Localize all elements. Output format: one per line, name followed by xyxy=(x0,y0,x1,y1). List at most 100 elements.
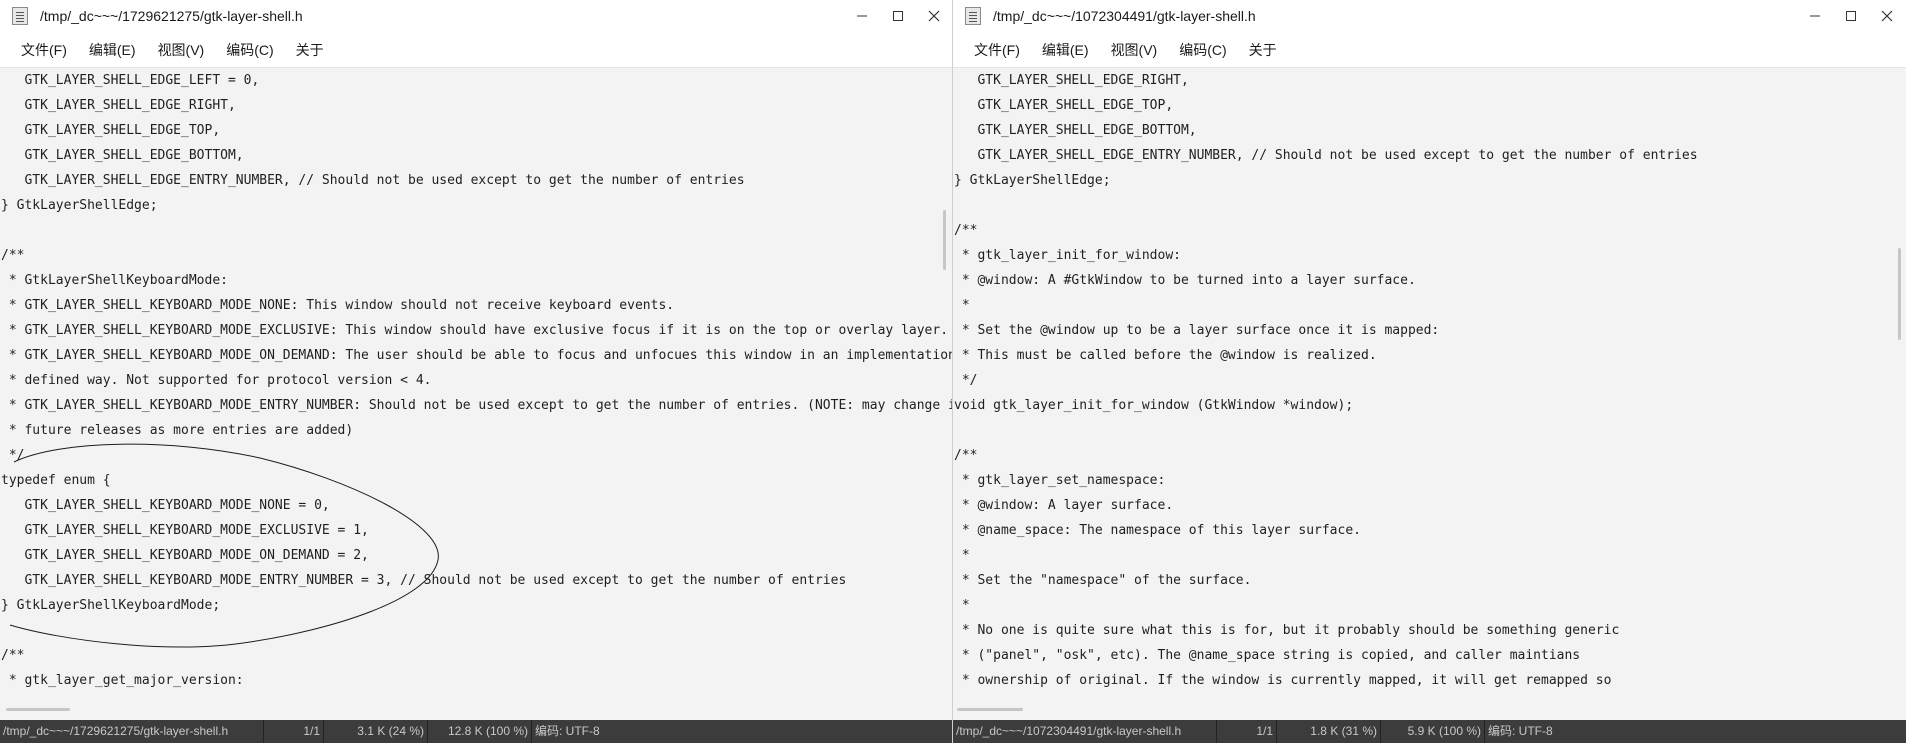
code-line: /** xyxy=(954,448,978,463)
code-line: * This must be called before the @window… xyxy=(954,348,1377,363)
code-line: GTK_LAYER_SHELL_EDGE_LEFT = 0, xyxy=(1,73,260,88)
menu-bar: 文件(F) 编辑(E) 视图(V) 编码(C) 关于 xyxy=(0,32,952,68)
code-line: * xyxy=(954,598,970,613)
code-line: typedef enum { xyxy=(1,473,111,488)
maximize-icon xyxy=(1846,11,1856,21)
code-line: GTK_LAYER_SHELL_EDGE_TOP, xyxy=(1,123,221,138)
code-line: * GTK_LAYER_SHELL_KEYBOARD_MODE_NONE: Th… xyxy=(1,298,675,313)
notepad-icon xyxy=(965,7,981,25)
code-line: * xyxy=(954,298,970,313)
title-bar[interactable]: /tmp/_dc~~~/1729621275/gtk-layer-shell.h xyxy=(0,0,952,32)
code-line: * Set the @window up to be a layer surfa… xyxy=(954,323,1440,338)
code-line: * @window: A layer surface. xyxy=(954,498,1174,513)
code-line: * ("panel", "osk", etc). The @name_space… xyxy=(954,648,1581,663)
code-line: * @name_space: The namespace of this lay… xyxy=(954,523,1361,538)
status-total: 12.8 K (100 %) xyxy=(428,720,532,743)
code-line: GTK_LAYER_SHELL_KEYBOARD_MODE_ENTRY_NUMB… xyxy=(1,573,847,588)
menu-bar: 文件(F) 编辑(E) 视图(V) 编码(C) 关于 xyxy=(953,32,1906,68)
code-line: * No one is quite sure what this is for,… xyxy=(954,623,1620,638)
menu-edit[interactable]: 编辑(E) xyxy=(1031,40,1100,60)
code-line: * gtk_layer_get_major_version: xyxy=(1,673,244,688)
code-line: */ xyxy=(954,373,978,388)
code-line: * gtk_layer_set_namespace: xyxy=(954,473,1166,488)
menu-edit[interactable]: 编辑(E) xyxy=(78,40,147,60)
status-line: 1/1 xyxy=(1217,720,1277,743)
menu-about[interactable]: 关于 xyxy=(1238,40,1288,60)
editor-window-left: /tmp/_dc~~~/1729621275/gtk-layer-shell.h… xyxy=(0,0,952,743)
maximize-icon xyxy=(893,11,903,21)
title-bar[interactable]: /tmp/_dc~~~/1072304491/gtk-layer-shell.h xyxy=(953,0,1906,32)
code-line: GTK_LAYER_SHELL_EDGE_ENTRY_NUMBER, // Sh… xyxy=(954,148,1698,163)
maximize-button[interactable] xyxy=(880,0,916,32)
code-line: GTK_LAYER_SHELL_EDGE_ENTRY_NUMBER, // Sh… xyxy=(1,173,745,188)
minimize-button[interactable] xyxy=(844,0,880,32)
text-editor[interactable]: GTK_LAYER_SHELL_EDGE_LEFT = 0, GTK_LAYER… xyxy=(0,68,952,712)
menu-file[interactable]: 文件(F) xyxy=(963,40,1031,60)
code-line: * Set the "namespace" of the surface. xyxy=(954,573,1252,588)
code-line: */ xyxy=(1,448,25,463)
close-button[interactable] xyxy=(916,0,952,32)
minimize-icon xyxy=(1810,15,1820,17)
menu-about[interactable]: 关于 xyxy=(285,40,335,60)
vertical-scrollbar[interactable] xyxy=(1898,248,1901,340)
horizontal-scrollbar[interactable] xyxy=(6,708,70,711)
menu-encoding[interactable]: 编码(C) xyxy=(215,40,284,60)
code-line: /** xyxy=(1,248,25,263)
code-line: GTK_LAYER_SHELL_EDGE_RIGHT, xyxy=(1,98,236,113)
menu-encoding[interactable]: 编码(C) xyxy=(1168,40,1237,60)
status-path: /tmp/_dc~~~/1072304491/gtk-layer-shell.h xyxy=(953,720,1217,743)
window-title: /tmp/_dc~~~/1729621275/gtk-layer-shell.h xyxy=(40,8,303,24)
code-line: } GtkLayerShellEdge; xyxy=(1,198,158,213)
code-line: * GtkLayerShellKeyboardMode: xyxy=(1,273,228,288)
menu-view[interactable]: 视图(V) xyxy=(1100,40,1169,60)
vertical-scrollbar[interactable] xyxy=(943,210,946,270)
editor-window-right: /tmp/_dc~~~/1072304491/gtk-layer-shell.h… xyxy=(952,0,1906,743)
maximize-button[interactable] xyxy=(1833,0,1869,32)
status-line: 1/1 xyxy=(264,720,324,743)
code-line: * xyxy=(954,548,970,563)
status-bar: /tmp/_dc~~~/1729621275/gtk-layer-shell.h… xyxy=(0,720,952,743)
status-encoding: 编码: UTF-8 xyxy=(1488,724,1553,738)
minimize-button[interactable] xyxy=(1797,0,1833,32)
code-line: } GtkLayerShellKeyboardMode; xyxy=(1,598,221,613)
code-line: * gtk_layer_init_for_window: xyxy=(954,248,1181,263)
code-line: * future releases as more entries are ad… xyxy=(1,423,354,438)
code-line: /** xyxy=(1,648,25,663)
code-line: * GTK_LAYER_SHELL_KEYBOARD_MODE_EXCLUSIV… xyxy=(1,323,949,338)
code-line: * ownership of original. If the window i… xyxy=(954,673,1612,688)
code-line: void gtk_layer_init_for_window (GtkWindo… xyxy=(954,398,1354,413)
close-icon xyxy=(1881,10,1893,22)
horizontal-scrollbar[interactable] xyxy=(957,708,1023,711)
code-line: GTK_LAYER_SHELL_EDGE_BOTTOM, xyxy=(954,123,1197,138)
status-total: 5.9 K (100 %) xyxy=(1381,720,1485,743)
status-encoding: 编码: UTF-8 xyxy=(535,724,600,738)
code-line: } GtkLayerShellEdge; xyxy=(954,173,1111,188)
minimize-icon xyxy=(857,15,867,17)
status-size: 3.1 K (24 %) xyxy=(324,720,428,743)
status-bar: /tmp/_dc~~~/1072304491/gtk-layer-shell.h… xyxy=(953,720,1906,743)
status-path: /tmp/_dc~~~/1729621275/gtk-layer-shell.h xyxy=(0,720,264,743)
window-title: /tmp/_dc~~~/1072304491/gtk-layer-shell.h xyxy=(993,8,1256,24)
code-line: GTK_LAYER_SHELL_KEYBOARD_MODE_NONE = 0, xyxy=(1,498,330,513)
code-line: * GTK_LAYER_SHELL_KEYBOARD_MODE_ON_DEMAN… xyxy=(1,348,952,363)
menu-view[interactable]: 视图(V) xyxy=(147,40,216,60)
code-line: GTK_LAYER_SHELL_KEYBOARD_MODE_EXCLUSIVE … xyxy=(1,523,369,538)
code-line: GTK_LAYER_SHELL_EDGE_TOP, xyxy=(954,98,1174,113)
text-editor[interactable]: GTK_LAYER_SHELL_EDGE_RIGHT, GTK_LAYER_SH… xyxy=(953,68,1906,712)
menu-file[interactable]: 文件(F) xyxy=(10,40,78,60)
code-line: /** xyxy=(954,223,978,238)
status-size: 1.8 K (31 %) xyxy=(1277,720,1381,743)
notepad-icon xyxy=(12,7,28,25)
code-line: * GTK_LAYER_SHELL_KEYBOARD_MODE_ENTRY_NU… xyxy=(1,398,952,413)
code-line: GTK_LAYER_SHELL_EDGE_RIGHT, xyxy=(954,73,1189,88)
code-line: GTK_LAYER_SHELL_KEYBOARD_MODE_ON_DEMAND … xyxy=(1,548,369,563)
code-line: GTK_LAYER_SHELL_EDGE_BOTTOM, xyxy=(1,148,244,163)
close-button[interactable] xyxy=(1869,0,1905,32)
code-line: * defined way. Not supported for protoco… xyxy=(1,373,432,388)
code-line: * @window: A #GtkWindow to be turned int… xyxy=(954,273,1416,288)
close-icon xyxy=(928,10,940,22)
